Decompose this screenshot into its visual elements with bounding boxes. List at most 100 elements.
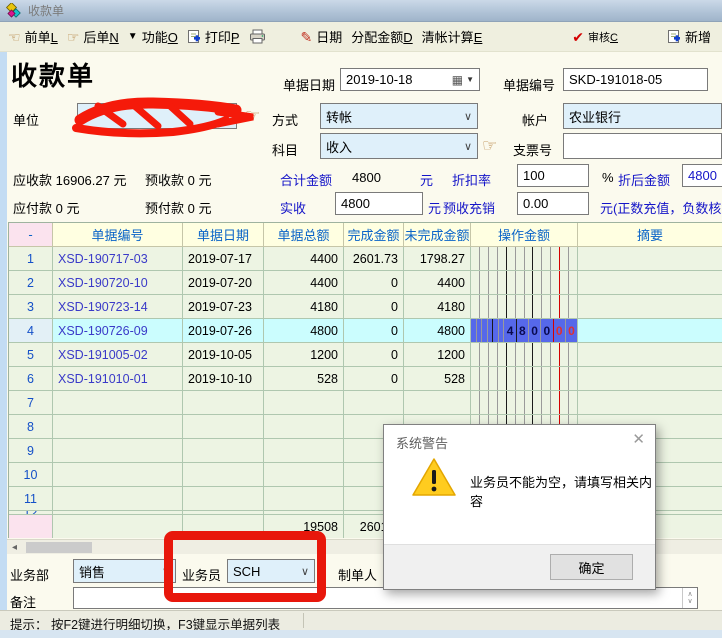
amount-digit-grid[interactable]	[471, 343, 577, 366]
digit-cell	[551, 247, 560, 270]
operate-amount-cell[interactable]	[471, 271, 578, 295]
table-row[interactable]: 2XSD-190720-102019-07-20440004400	[9, 271, 722, 295]
summary-cell[interactable]	[578, 319, 722, 343]
toolbar-button-label: 清帐计算E	[422, 27, 483, 46]
digit-cell	[560, 343, 569, 366]
doc-no-cell[interactable]: XSD-190720-10	[53, 271, 183, 295]
toolbar-button[interactable]: 打印P	[187, 27, 240, 46]
operate-amount-cell[interactable]: 480000	[471, 319, 578, 343]
digit-cell	[489, 343, 498, 366]
amount-digit-grid[interactable]	[471, 271, 577, 294]
digit-cell	[471, 271, 480, 294]
digit-cell	[516, 271, 525, 294]
account-combo[interactable]: 农业银行	[563, 103, 722, 129]
memo-spinner[interactable]: ∧∨	[682, 588, 697, 608]
digit-cell	[533, 391, 542, 414]
dept-combo[interactable]: 销售 ∨	[73, 559, 176, 583]
operate-amount-cell[interactable]	[471, 295, 578, 319]
doc-total-cell: 4180	[264, 295, 344, 319]
toolbar-button[interactable]	[249, 29, 266, 44]
subject-combo[interactable]: 收入 ∨	[320, 133, 478, 159]
method-value: 转帐	[326, 107, 352, 126]
operate-amount-cell[interactable]	[471, 367, 578, 391]
chevron-down-icon[interactable]: ▼	[466, 75, 474, 84]
discounted-input[interactable]: 4800	[682, 164, 722, 187]
toolbar-button[interactable]: ☜前单L	[8, 27, 58, 46]
calendar-icon[interactable]: ▦	[452, 73, 463, 87]
table-row[interactable]: 3XSD-190723-142019-07-23418004180	[9, 295, 722, 319]
amount-digit-grid[interactable]	[471, 295, 577, 318]
summary-cell[interactable]	[578, 247, 722, 271]
column-header[interactable]: 单据总额	[264, 223, 344, 247]
column-header[interactable]: 完成金额	[344, 223, 404, 247]
operate-amount-cell[interactable]	[471, 343, 578, 367]
column-header[interactable]: 单据日期	[183, 223, 264, 247]
doc-no-cell[interactable]	[53, 391, 183, 415]
table-row[interactable]: 5XSD-191005-022019-10-05120001200	[9, 343, 722, 367]
toolbar-button-label: 审核C	[588, 29, 618, 45]
digit-cell	[516, 391, 525, 414]
offset-input[interactable]: 0.00	[517, 192, 589, 215]
summary-cell[interactable]	[578, 343, 722, 367]
summary-cell[interactable]	[578, 391, 722, 415]
table-row[interactable]: 7	[9, 391, 722, 415]
method-combo[interactable]: 转帐 ∨	[320, 103, 478, 129]
column-header[interactable]: 单据编号	[53, 223, 183, 247]
table-row[interactable]: 4XSD-190726-092019-07-26480004800480000	[9, 319, 722, 343]
doc-total-cell	[264, 439, 344, 463]
digit-cell	[525, 295, 534, 318]
amount-digit-grid[interactable]	[471, 367, 577, 390]
doc-no-cell[interactable]	[53, 415, 183, 439]
summary-cell[interactable]	[578, 367, 722, 391]
cheque-input[interactable]	[563, 133, 722, 159]
column-header[interactable]: 操作金额	[471, 223, 578, 247]
doc-date-field[interactable]: 2019-10-18 ▦▼	[340, 68, 480, 91]
toolbar-button[interactable]: ✎日期	[301, 27, 343, 46]
doc-no-cell[interactable]: XSD-190726-09	[53, 319, 183, 343]
doc-no-cell[interactable]	[53, 439, 183, 463]
table-row[interactable]: 6XSD-191010-012019-10-105280528	[9, 367, 722, 391]
toolbar-button[interactable]: ▼功能O	[128, 27, 178, 46]
doc-date-cell	[183, 415, 264, 439]
chevron-down-icon[interactable]: ∨	[460, 140, 472, 153]
chevron-down-icon[interactable]: ∨	[460, 110, 472, 123]
discount-rate-input[interactable]: 100	[517, 164, 589, 187]
amount-digit-grid[interactable]: 480000	[471, 319, 577, 342]
doc-no-field[interactable]: SKD-191018-05	[563, 68, 708, 91]
column-header[interactable]: 摘要	[578, 223, 722, 247]
status-divider	[303, 613, 304, 628]
amount-digit-grid[interactable]	[471, 391, 577, 414]
table-row[interactable]: 1XSD-190717-032019-07-1744002601.731798.…	[9, 247, 722, 271]
toolbar-button[interactable]: 分配金额D	[351, 27, 412, 46]
toolbar-button[interactable]: ✔审核C	[572, 29, 618, 45]
column-header[interactable]: -	[9, 223, 53, 247]
doc-no-cell[interactable]: XSD-190723-14	[53, 295, 183, 319]
doc-no-cell[interactable]: XSD-191010-01	[53, 367, 183, 391]
remain-amount-cell: 1200	[404, 343, 471, 367]
digit-cell: 4	[504, 319, 516, 342]
remain-amount-cell: 4180	[404, 295, 471, 319]
actual-input[interactable]: 4800	[335, 192, 423, 215]
ok-button[interactable]: 确定	[550, 554, 633, 580]
operate-amount-cell[interactable]	[471, 391, 578, 415]
actual-unit: 元	[428, 198, 441, 217]
operate-amount-cell[interactable]	[471, 247, 578, 271]
close-icon[interactable]: ✕	[632, 430, 645, 448]
toolbar-button[interactable]: 新增	[667, 27, 711, 46]
scrollbar-thumb[interactable]	[26, 542, 92, 553]
maker-label: 制单人	[338, 565, 377, 584]
scroll-left-button[interactable]: ◂	[7, 541, 22, 554]
summary-cell[interactable]	[578, 295, 722, 319]
amount-digit-grid[interactable]	[471, 247, 577, 270]
doc-date-cell: 2019-07-23	[183, 295, 264, 319]
digit-cell	[533, 247, 542, 270]
doc-no-cell[interactable]	[53, 463, 183, 487]
doc-no-cell[interactable]: XSD-190717-03	[53, 247, 183, 271]
hand-right-icon: ☞	[67, 30, 80, 44]
summary-cell[interactable]	[578, 271, 722, 295]
doc-no-cell[interactable]	[53, 487, 183, 511]
toolbar-button[interactable]: 清帐计算E	[422, 27, 483, 46]
doc-no-cell[interactable]: XSD-191005-02	[53, 343, 183, 367]
column-header[interactable]: 未完成金额	[404, 223, 471, 247]
toolbar-button[interactable]: ☞后单N	[67, 27, 119, 46]
